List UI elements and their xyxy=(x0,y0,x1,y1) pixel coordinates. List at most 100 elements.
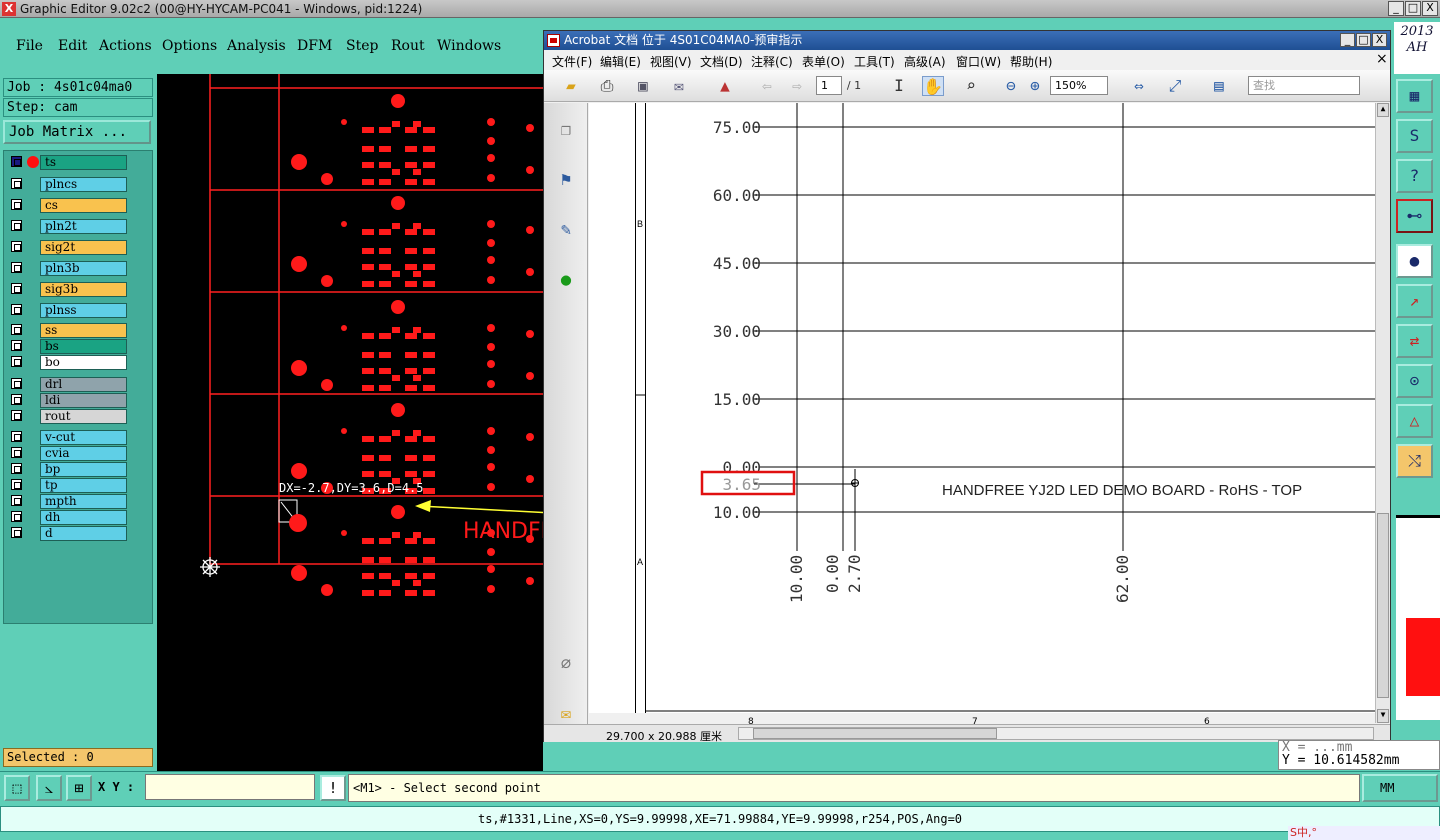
acro-menu-window[interactable]: 窗口(W) xyxy=(956,53,1001,70)
layer-name[interactable]: plncs xyxy=(40,177,127,192)
acrobat-vertical-scrollbar[interactable]: ▲ ▼ xyxy=(1375,103,1390,723)
layer-row-pln2t[interactable]: pln2t xyxy=(7,219,127,234)
unit-select[interactable]: MM xyxy=(1362,774,1438,802)
acro-menu-view[interactable]: 视图(V) xyxy=(650,53,692,70)
minimize-button[interactable]: _ xyxy=(1388,1,1404,16)
email-icon[interactable]: ✉ xyxy=(668,76,690,96)
layer-name[interactable]: d xyxy=(40,526,127,541)
layer-name[interactable]: drl xyxy=(40,377,127,392)
measure-tool-icon[interactable]: ⊷ xyxy=(1396,199,1433,233)
print-icon[interactable]: ⎙ xyxy=(596,76,618,96)
save-icon[interactable]: ▣ xyxy=(632,76,654,96)
layer-checkbox[interactable] xyxy=(11,199,22,210)
page-layout-icon[interactable]: ▤ xyxy=(1208,76,1230,96)
acro-menu-file[interactable]: 文件(F) xyxy=(552,53,592,70)
select-cursor-icon[interactable]: ⬚ xyxy=(4,775,30,801)
layer-checkbox[interactable] xyxy=(11,178,22,189)
layer-name[interactable]: cs xyxy=(40,198,127,213)
menu-rout[interactable]: Rout xyxy=(391,38,425,54)
attachments-icon[interactable]: ⌀ xyxy=(555,653,577,675)
zoom-in-icon[interactable]: ⊕ xyxy=(1024,76,1046,96)
pages-icon[interactable]: ❐ xyxy=(555,119,577,141)
layer-checkbox[interactable] xyxy=(11,479,22,490)
layer-name[interactable]: pln2t xyxy=(40,219,127,234)
grid-snap-icon[interactable]: ⊞ xyxy=(66,775,92,801)
acro-menu-advanced[interactable]: 高级(A) xyxy=(904,53,946,70)
layer-row-plncs[interactable]: plncs xyxy=(7,177,127,192)
page-number-input[interactable]: 1 xyxy=(816,76,842,95)
layer-row-ts[interactable]: ts xyxy=(7,155,127,170)
zoom-tool-icon[interactable]: ⌕ xyxy=(960,76,982,96)
layer-name[interactable]: rout xyxy=(40,409,127,424)
layer-name[interactable]: mpth xyxy=(40,494,127,509)
scroll-up-arrow[interactable]: ▲ xyxy=(1377,103,1389,117)
layer-checkbox[interactable] xyxy=(11,463,22,474)
fit-page-icon[interactable]: ⤢ xyxy=(1164,76,1186,96)
query-icon[interactable]: ? xyxy=(1396,159,1433,193)
layer-checkbox[interactable] xyxy=(11,156,22,167)
layer-name[interactable]: ldi xyxy=(40,393,127,408)
zoom-out-icon[interactable]: ⊖ xyxy=(1000,76,1022,96)
menu-file[interactable]: File xyxy=(16,38,43,54)
layer-name[interactable]: ss xyxy=(40,323,127,338)
layer-row-d[interactable]: d xyxy=(7,526,127,541)
layer-name[interactable]: cvia xyxy=(40,446,127,461)
maximize-button[interactable]: □ xyxy=(1405,1,1421,16)
layer-row-drl[interactable]: drl xyxy=(7,377,127,392)
layer-row-bo[interactable]: bo xyxy=(7,355,127,370)
layer-checkbox[interactable] xyxy=(11,378,22,389)
comments-icon[interactable]: ✉ xyxy=(555,703,577,725)
layer-row-pln3b[interactable]: pln3b xyxy=(7,261,127,276)
acro-menu-document[interactable]: 文档(D) xyxy=(700,53,743,70)
create-pdf-icon[interactable]: ▲ xyxy=(714,76,736,96)
layer-checkbox[interactable] xyxy=(11,431,22,442)
layer-checkbox[interactable] xyxy=(11,283,22,294)
open-folder-icon[interactable]: ▰ xyxy=(560,76,582,96)
horizontal-scrollbar[interactable] xyxy=(738,727,1374,740)
point-to-point-icon[interactable]: ↗ xyxy=(1396,284,1433,318)
layer-name[interactable]: pln3b xyxy=(40,261,127,276)
help-icon[interactable]: ● xyxy=(555,269,577,291)
snap-icon[interactable]: S xyxy=(1396,119,1433,153)
acrobat-minimize-button[interactable]: _ xyxy=(1340,33,1355,47)
layer-checkbox[interactable] xyxy=(11,262,22,273)
select-text-icon[interactable]: I xyxy=(888,76,910,96)
hand-tool-icon[interactable]: ✋ xyxy=(922,76,944,96)
fit-width-icon[interactable]: ⇔ xyxy=(1128,76,1150,96)
zoom-level-select[interactable]: 150% xyxy=(1050,76,1108,95)
menu-analysis[interactable]: Analysis xyxy=(227,38,286,54)
layer-name[interactable]: v-cut xyxy=(40,430,127,445)
layer-checkbox[interactable] xyxy=(11,356,22,367)
acro-menu-forms[interactable]: 表单(O) xyxy=(802,53,845,70)
zoom-window-icon[interactable]: ▦ xyxy=(1396,79,1433,113)
menu-step[interactable]: Step xyxy=(346,38,378,54)
layer-row-ss[interactable]: ss xyxy=(7,323,127,338)
layer-name[interactable]: ts xyxy=(40,155,127,170)
layer-row-ldi[interactable]: ldi xyxy=(7,393,127,408)
feature-filter-icon[interactable]: ⇄ xyxy=(1396,324,1433,358)
select-shapes-icon[interactable]: ⊙ xyxy=(1396,364,1433,398)
layer-row-rout[interactable]: rout xyxy=(7,409,127,424)
layer-checkbox[interactable] xyxy=(11,394,22,405)
layer-row-dh[interactable]: dh xyxy=(7,510,127,525)
acro-menu-edit[interactable]: 编辑(E) xyxy=(600,53,641,70)
acrobat-close-button[interactable]: X xyxy=(1372,33,1387,47)
scroll-down-arrow[interactable]: ▼ xyxy=(1377,709,1389,723)
layer-checkbox[interactable] xyxy=(11,495,22,506)
job-matrix-button[interactable]: Job Matrix ... xyxy=(3,120,151,144)
alert-icon[interactable]: ! xyxy=(320,775,346,801)
layer-name[interactable]: sig2t xyxy=(40,240,127,255)
acro-menu-comments[interactable]: 注释(C) xyxy=(751,53,793,70)
menu-dfm[interactable]: DFM xyxy=(297,38,332,54)
bookmarks-icon[interactable]: ⚑ xyxy=(555,169,577,191)
signatures-icon[interactable]: ✎ xyxy=(555,219,577,241)
layer-checkbox[interactable] xyxy=(11,447,22,458)
layer-checkbox[interactable] xyxy=(11,340,22,351)
layer-checkbox[interactable] xyxy=(11,304,22,315)
route-icon[interactable]: ⤭ xyxy=(1396,444,1433,478)
close-button[interactable]: X xyxy=(1422,1,1438,16)
layer-row-bp[interactable]: bp xyxy=(7,462,127,477)
layer-row-cs[interactable]: cs xyxy=(7,198,127,213)
layer-name[interactable]: bs xyxy=(40,339,127,354)
xy-input[interactable] xyxy=(145,774,315,800)
